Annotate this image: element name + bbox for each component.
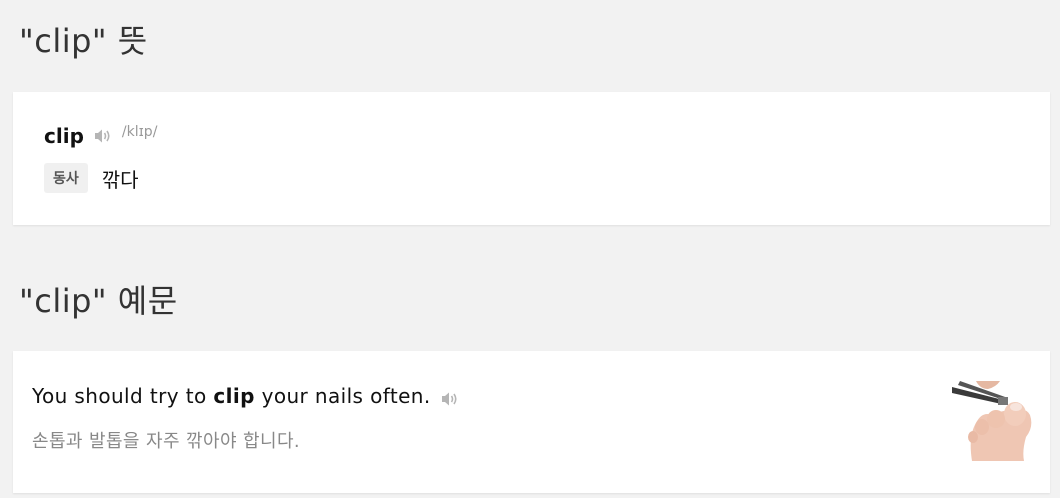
example-sentence-en: You should try to clip your nails often. xyxy=(32,384,459,408)
example-sentence-ko: 손톱과 발톱을 자주 깎아야 합니다. xyxy=(32,431,301,452)
example-card: You should try to clip your nails often.… xyxy=(13,351,1050,493)
word-row: clip /klɪp/ xyxy=(44,124,157,148)
definition-row: 동사 깎다 xyxy=(44,163,139,193)
speaker-icon[interactable] xyxy=(94,128,112,144)
definition: 깎다 xyxy=(101,167,139,192)
meaning-card: clip /klɪp/ 동사 깎다 xyxy=(13,92,1050,225)
headword: clip xyxy=(44,124,84,148)
example-en-after: your nails often. xyxy=(254,384,431,408)
nail-clipper-image xyxy=(952,381,1032,461)
part-of-speech-badge: 동사 xyxy=(44,163,88,193)
examples-section-title: "clip" 예문 xyxy=(19,282,178,320)
phonetic: /klɪp/ xyxy=(121,124,158,140)
example-en-before: You should try to xyxy=(32,384,214,408)
meaning-section-title: "clip" 뜻 xyxy=(19,22,148,60)
speaker-icon[interactable] xyxy=(441,388,459,406)
example-keyword: clip xyxy=(213,384,255,408)
